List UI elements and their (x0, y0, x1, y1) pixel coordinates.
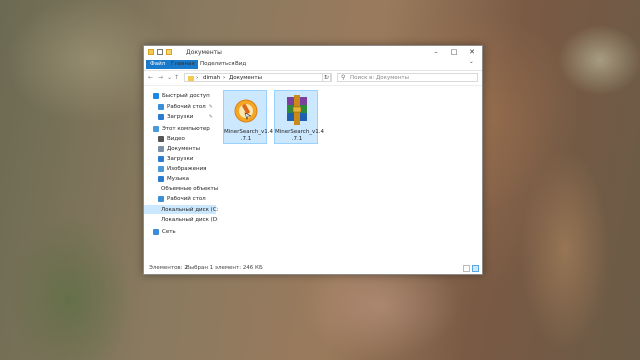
sidebar-item-label: Рабочий стол (167, 195, 206, 202)
sidebar-item-label: Локальный диск (C:) (161, 206, 221, 213)
folder-icon (148, 49, 154, 55)
download-icon (158, 155, 164, 162)
sidebar-item-label: Музыка (167, 175, 189, 182)
back-button[interactable]: ← (148, 74, 153, 81)
recent-locations-button[interactable]: ⌄ (167, 74, 172, 81)
computer-icon (153, 125, 159, 132)
window-title: Документы (186, 49, 222, 56)
ribbon-tabs: Файл Главная Поделиться Вид ⌄ (144, 59, 482, 71)
sidebar-item-drive-d[interactable]: Локальный диск (D:) (144, 215, 221, 224)
search-placeholder: Поиск в: Документы (350, 75, 409, 81)
title-bar[interactable]: Документы – □ ✕ (144, 46, 482, 59)
file-list: MinerSearch_v1.4 .7.1 MinerSearch_v1.4 .… (218, 86, 480, 261)
breadcrumb-dimah[interactable]: dimah (203, 75, 220, 81)
sidebar-item-desktop[interactable]: Рабочий стол (144, 194, 216, 203)
quick-access-toolbar (148, 49, 172, 55)
breadcrumb-documents[interactable]: Документы (229, 75, 262, 81)
desktop-icon (158, 195, 164, 202)
sidebar-item-desktop[interactable]: Рабочий стол ✎ (144, 102, 216, 111)
sidebar-item-label: Быстрый доступ (162, 92, 210, 99)
breadcrumb-separator: › (196, 75, 199, 81)
folder-icon (188, 76, 194, 81)
minimize-button[interactable]: – (427, 46, 445, 59)
expand-ribbon-button[interactable]: ⌄ (466, 59, 477, 65)
selection-info: Выбран 1 элемент: 246 КБ (186, 265, 263, 271)
sidebar-item-label: Изображения (167, 165, 207, 172)
winrar-archive-icon (287, 95, 307, 125)
up-button[interactable]: ↑ (174, 74, 179, 81)
search-box[interactable]: ⚲ Поиск в: Документы (337, 73, 478, 82)
star-icon (153, 92, 159, 99)
item-count: Элементов: 2 (149, 265, 188, 271)
documents-icon (158, 145, 164, 152)
large-icons-view-button[interactable] (472, 265, 479, 272)
close-button[interactable]: ✕ (463, 46, 481, 59)
tab-home[interactable]: Главная (168, 61, 198, 67)
sidebar-item-video[interactable]: Видео (144, 134, 216, 143)
search-icon: ⚲ (341, 74, 346, 81)
sidebar-item-label: Рабочий стол (167, 103, 206, 110)
sidebar-item-pictures[interactable]: Изображения (144, 164, 216, 173)
address-bar[interactable]: › dimah › Документы ⌄ (184, 73, 332, 82)
sidebar-item-label: Документы (167, 145, 200, 152)
navigation-bar: ← → ⌄ ↑ › dimah › Документы ⌄ ↻ ⚲ Поиск … (144, 71, 482, 86)
pin-icon[interactable]: ✎ (209, 114, 213, 120)
details-view-button[interactable] (463, 265, 470, 272)
file-name: MinerSearch_v1.4 .7.1 (224, 129, 274, 142)
sidebar-item-label: Загрузки (167, 113, 194, 120)
network-icon (153, 228, 159, 235)
new-folder-icon[interactable] (166, 49, 172, 55)
sidebar-item-label: Сеть (162, 228, 176, 235)
navigation-pane: Быстрый доступ Рабочий стол ✎ Загрузки ✎ Этот… (144, 86, 221, 261)
sidebar-item-download[interactable]: Загрузки (144, 154, 216, 163)
sidebar-item-computer[interactable]: Этот компьютер (144, 124, 216, 133)
sidebar-item-drive-c[interactable]: Локальный диск (C:) (144, 205, 221, 214)
sidebar-item-label: Этот компьютер (162, 125, 210, 132)
sidebar-item-label: Видео (167, 135, 185, 142)
desktop-icon (158, 103, 164, 110)
file-item-minersearch-archive[interactable]: MinerSearch_v1.4 .7.1 (274, 90, 325, 144)
file-name: MinerSearch_v1.4 .7.1 (275, 129, 325, 142)
tab-view[interactable]: Вид (232, 61, 249, 67)
sidebar-item-star[interactable]: Быстрый доступ (144, 91, 216, 100)
maximize-button[interactable]: □ (445, 46, 463, 59)
sidebar-item-3d-objects[interactable]: Объемные объекты (144, 184, 219, 193)
sidebar-item-download[interactable]: Загрузки ✎ (144, 112, 216, 121)
breadcrumb-separator: › (223, 75, 226, 81)
file-item-minersearch-exe[interactable]: MinerSearch_v1.4 .7.1 (223, 90, 274, 144)
sidebar-item-network[interactable]: Сеть (144, 227, 216, 236)
pin-icon[interactable]: ✎ (209, 104, 213, 110)
pictures-icon (158, 165, 164, 172)
sidebar-item-label: Загрузки (167, 155, 194, 162)
forward-button[interactable]: → (158, 74, 163, 81)
refresh-button[interactable]: ↻ (322, 73, 331, 82)
status-bar: Элементов: 2 Выбран 1 элемент: 246 КБ (144, 263, 482, 274)
sidebar-item-label: Объемные объекты (161, 185, 219, 192)
sidebar-item-documents[interactable]: Документы (144, 144, 216, 153)
file-explorer-window: Документы – □ ✕ Файл Главная Поделиться … (143, 45, 483, 275)
music-icon (158, 175, 164, 182)
minersearch-app-icon (234, 99, 258, 123)
properties-icon[interactable] (157, 49, 163, 55)
video-icon (158, 135, 164, 142)
sidebar-item-music[interactable]: Музыка (144, 174, 216, 183)
wallpaper-braid-shape (520, 150, 610, 350)
download-icon (158, 113, 164, 120)
sidebar-item-label: Локальный диск (D:) (161, 216, 222, 223)
